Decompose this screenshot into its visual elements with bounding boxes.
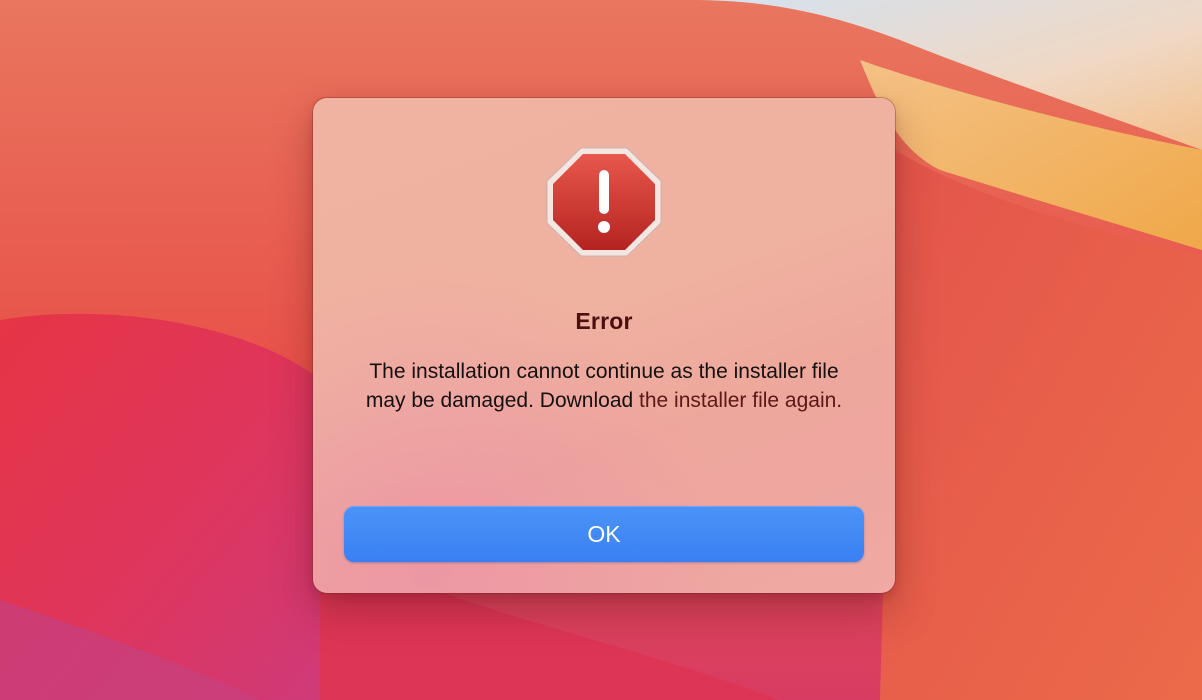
dialog-message: The installation cannot continue as the … bbox=[349, 358, 859, 415]
dialog-title: Error bbox=[575, 308, 633, 334]
dialog-message-text-continued: the installer file again. bbox=[639, 388, 843, 412]
ok-button[interactable]: OK bbox=[344, 506, 864, 562]
error-dialog: Error The installation cannot continue a… bbox=[313, 98, 895, 593]
stop-sign-exclamation-icon bbox=[546, 147, 662, 257]
